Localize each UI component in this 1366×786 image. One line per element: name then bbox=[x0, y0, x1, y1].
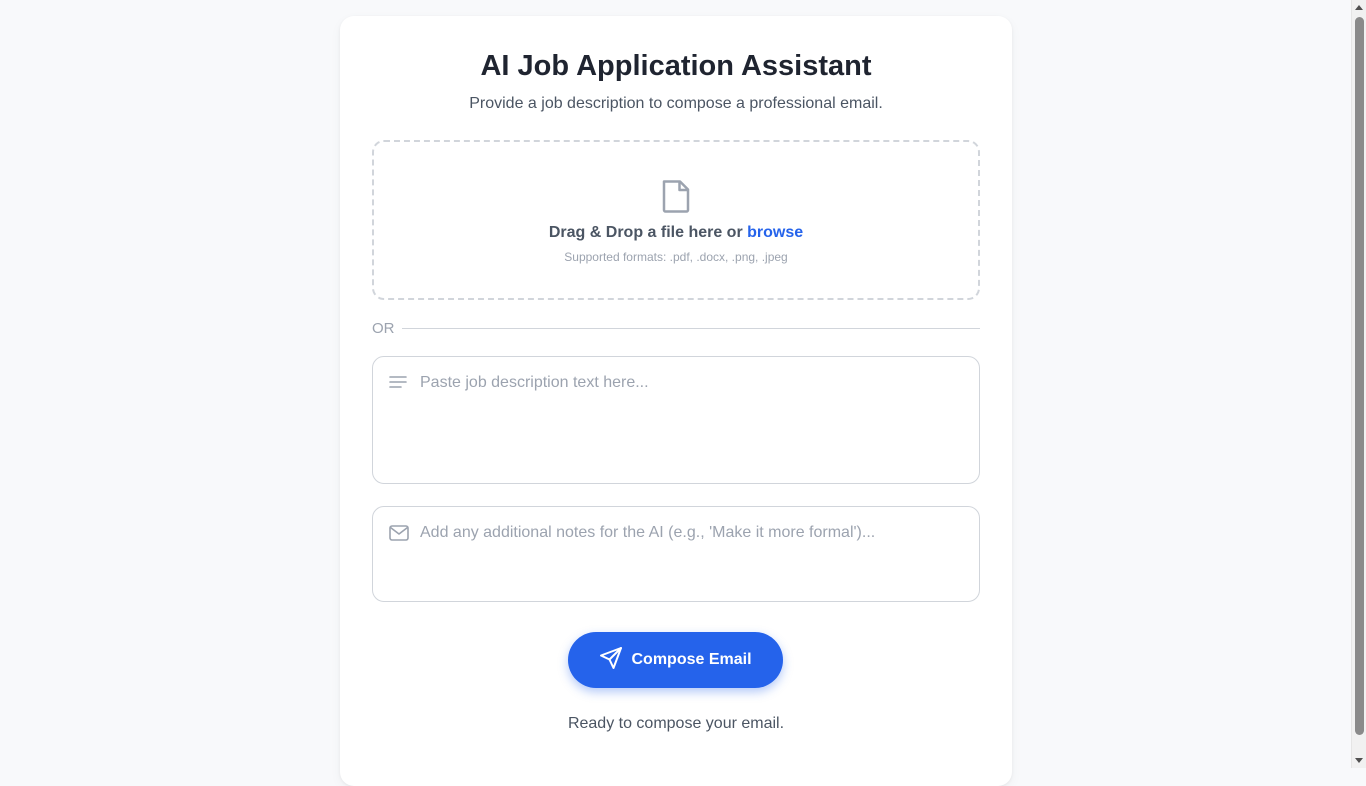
scroll-thumb[interactable] bbox=[1355, 17, 1364, 735]
compose-label: Compose Email bbox=[631, 651, 752, 668]
text-lines-icon bbox=[389, 375, 407, 396]
notes-box bbox=[372, 506, 980, 602]
supported-formats: Supported formats: .pdf, .docx, .png, .j… bbox=[564, 250, 788, 264]
file-dropzone[interactable]: Drag & Drop a file here or browse Suppor… bbox=[372, 140, 980, 300]
or-divider: OR bbox=[372, 319, 980, 339]
drop-instructions: Drag & Drop a file here or browse bbox=[374, 224, 978, 242]
job-description-input[interactable] bbox=[420, 374, 965, 473]
page-title: AI Job Application Assistant bbox=[480, 50, 872, 82]
scroll-down-icon[interactable] bbox=[1355, 758, 1363, 763]
drop-text: Drag & Drop a file here or bbox=[548, 224, 748, 241]
send-icon bbox=[599, 646, 623, 675]
page-subtitle: Provide a job description to compose a p… bbox=[469, 95, 883, 112]
divider-line bbox=[402, 328, 980, 329]
job-description-box bbox=[372, 356, 980, 484]
notes-input[interactable] bbox=[420, 524, 965, 591]
compose-email-button[interactable]: Compose Email bbox=[568, 632, 783, 688]
main-card: AI Job Application Assistant Provide a j… bbox=[340, 16, 1012, 786]
scrollbar[interactable] bbox=[1351, 0, 1366, 768]
status-text: Ready to compose your email. bbox=[567, 715, 785, 732]
browse-link[interactable]: browse bbox=[747, 224, 803, 241]
scroll-up-icon[interactable] bbox=[1355, 5, 1363, 10]
file-icon bbox=[660, 178, 692, 219]
mail-icon bbox=[389, 525, 409, 546]
or-label: OR bbox=[372, 320, 395, 337]
